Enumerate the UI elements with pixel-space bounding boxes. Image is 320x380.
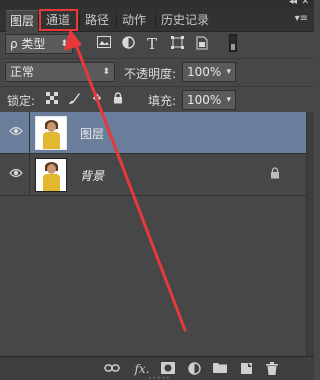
chevron-down-icon: ⬍ bbox=[60, 39, 68, 49]
adjustment-icon[interactable] bbox=[186, 362, 202, 376]
opacity-value: 100% bbox=[187, 65, 222, 79]
lock-icon[interactable] bbox=[270, 167, 280, 182]
opacity-label: 不透明度: bbox=[124, 67, 177, 81]
thumbnail-body bbox=[43, 132, 60, 149]
collapse-panel-icon[interactable]: ◂◂ bbox=[289, 0, 297, 7]
mask-icon[interactable] bbox=[160, 362, 176, 376]
lock-position-icon[interactable]: ✥ bbox=[90, 92, 104, 106]
chevron-down-icon[interactable]: ▾ bbox=[226, 63, 231, 81]
fill-field[interactable]: 100% ▾ bbox=[182, 90, 236, 110]
smart-object-filter-icon[interactable] bbox=[194, 36, 210, 52]
layers-list: 图层 背景 bbox=[0, 112, 306, 356]
thumbnail-face bbox=[47, 122, 56, 132]
shape-filter-icon[interactable] bbox=[169, 36, 185, 52]
layer-thumbnail[interactable] bbox=[35, 116, 67, 150]
divider bbox=[0, 86, 314, 87]
chevron-down-icon[interactable]: ▾ bbox=[226, 91, 231, 109]
layer-row[interactable]: 背景 bbox=[0, 154, 306, 196]
blend-mode-value: 正常 bbox=[10, 65, 35, 79]
tab-separator bbox=[79, 14, 80, 28]
blend-mode-select[interactable]: 正常 ⬍ bbox=[5, 62, 115, 82]
fx-icon[interactable]: fx. bbox=[132, 362, 152, 376]
lock-transparent-icon[interactable] bbox=[45, 92, 59, 106]
thumbnail-face bbox=[47, 164, 56, 174]
layer-row[interactable]: 图层 bbox=[0, 112, 306, 154]
eye-icon[interactable] bbox=[8, 167, 24, 183]
panel-menu-icon[interactable]: ▾≡ bbox=[295, 13, 308, 24]
lock-all-icon[interactable] bbox=[111, 92, 125, 106]
tab-history[interactable]: 历史记录 bbox=[157, 10, 213, 32]
scrollbar[interactable] bbox=[306, 112, 314, 356]
layer-name[interactable]: 图层 bbox=[80, 125, 104, 142]
type-filter-icon[interactable]: T bbox=[144, 36, 160, 52]
trash-icon[interactable] bbox=[264, 362, 280, 376]
close-panel-icon[interactable]: ✕ bbox=[301, 0, 309, 7]
fill-label: 填充: bbox=[148, 94, 177, 108]
group-icon[interactable] bbox=[212, 362, 228, 376]
filter-kind-select[interactable]: ρ 类型 ⬍ bbox=[5, 34, 73, 54]
annotation-highlight-box bbox=[39, 9, 78, 31]
filter-kind-label: ρ 类型 bbox=[10, 37, 46, 51]
divider bbox=[0, 58, 314, 59]
resize-grip-icon[interactable]: ••••• bbox=[148, 375, 171, 380]
panel-title-strip: ◂◂ ✕ bbox=[0, 0, 314, 8]
tab-paths[interactable]: 路径 bbox=[81, 10, 113, 32]
divider bbox=[29, 154, 30, 196]
image-filter-icon[interactable] bbox=[96, 36, 112, 52]
lock-image-icon[interactable] bbox=[67, 92, 81, 106]
divider bbox=[29, 112, 30, 154]
lock-label: 锁定: bbox=[7, 94, 36, 108]
layer-name[interactable]: 背景 bbox=[80, 167, 104, 184]
eye-icon[interactable] bbox=[8, 125, 24, 141]
opacity-field[interactable]: 100% ▾ bbox=[182, 62, 236, 82]
fill-value: 100% bbox=[187, 93, 222, 107]
tab-separator bbox=[155, 14, 156, 28]
link-icon[interactable] bbox=[104, 362, 120, 376]
layer-thumbnail[interactable] bbox=[35, 158, 67, 192]
new-layer-icon[interactable] bbox=[238, 362, 254, 376]
adjustment-filter-icon[interactable] bbox=[120, 36, 136, 52]
tab-layers[interactable]: 图层 bbox=[6, 10, 39, 32]
chevron-down-icon: ⬍ bbox=[102, 67, 110, 77]
thumbnail-body bbox=[43, 174, 60, 191]
tab-actions[interactable]: 动作 bbox=[118, 10, 150, 32]
tab-separator bbox=[116, 14, 117, 28]
filter-toggle-switch[interactable] bbox=[229, 34, 237, 52]
